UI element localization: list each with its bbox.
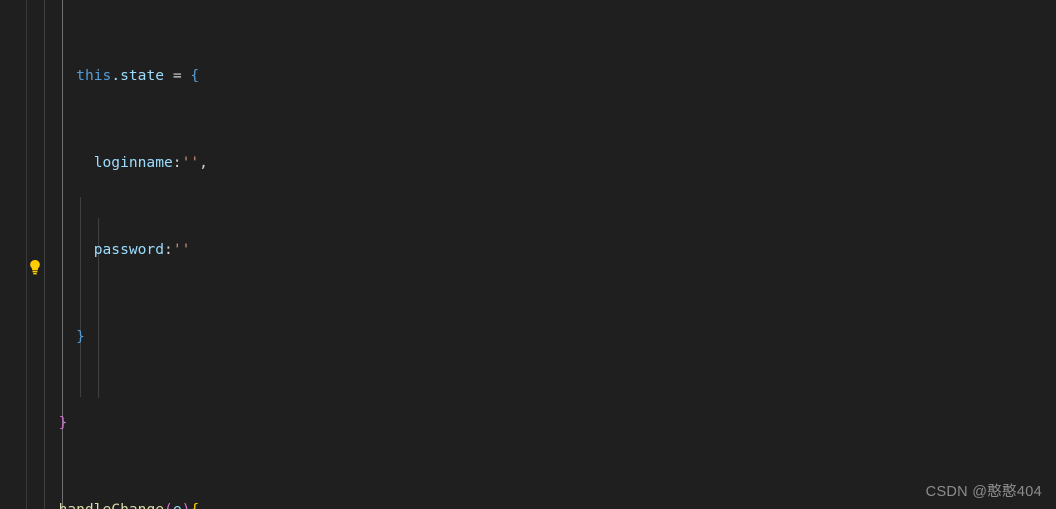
code-line[interactable]: loginname:'', [27, 152, 1056, 174]
token-handlechange: handleChange [59, 501, 164, 509]
code-line[interactable]: } [27, 326, 1056, 348]
token-empty-string: '' [172, 240, 191, 258]
token-colon: : [164, 240, 173, 258]
code-editor-window: this.state = { loginname:'', password:''… [0, 0, 1056, 509]
code-content[interactable]: this.state = { loginname:'', password:''… [27, 0, 1056, 509]
code-line[interactable]: this.state = { [27, 65, 1056, 87]
token-password-key: password [93, 240, 165, 258]
code-line[interactable]: handleChange(e){ [27, 499, 1056, 509]
token-brace-close: } [76, 327, 85, 345]
code-line[interactable]: } [27, 412, 1056, 434]
token-brace-open: { [190, 67, 200, 85]
code-line[interactable]: password:'' [27, 239, 1056, 261]
token-equals: = [164, 67, 191, 85]
token-param-e: e [173, 501, 182, 509]
token-empty-string: '' [181, 153, 200, 171]
token-brace-close: } [58, 414, 68, 432]
token-colon: : [172, 153, 182, 171]
watermark: CSDN @憨憨404 [925, 484, 1042, 500]
token-paren-open: ( [164, 501, 173, 509]
token-loginname-key: loginname [93, 153, 173, 171]
token-dot-state: .state [111, 67, 165, 85]
token-brace-open: { [190, 501, 199, 509]
token-this: this [76, 67, 112, 85]
editor-gutter [0, 0, 26, 509]
token-comma: , [199, 153, 208, 171]
